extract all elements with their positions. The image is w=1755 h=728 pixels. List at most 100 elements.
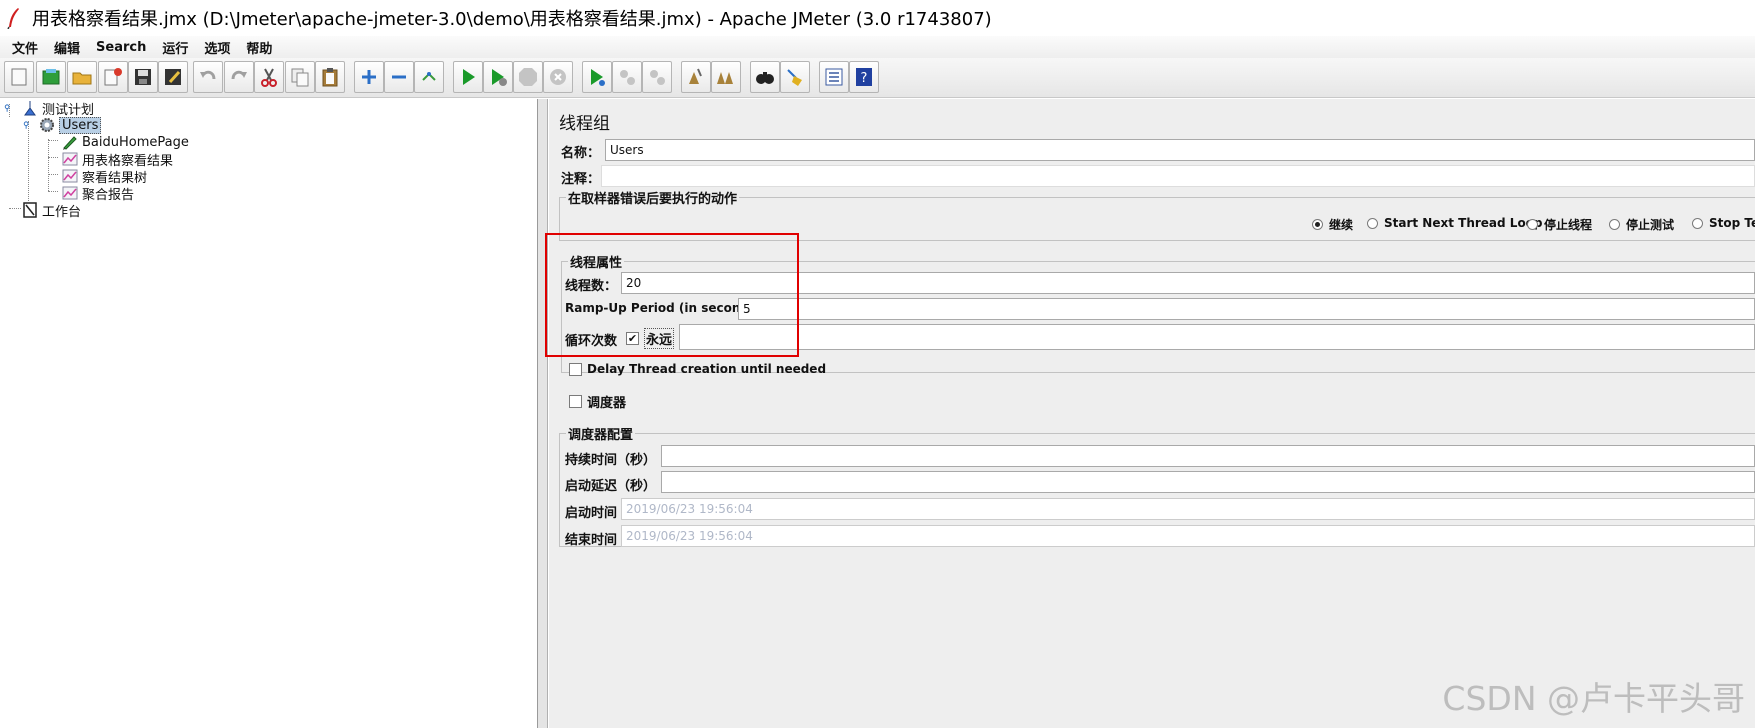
save-button[interactable]: [128, 61, 158, 93]
help-icon: ?: [856, 68, 872, 86]
tree-connector: [48, 140, 58, 141]
cut-button[interactable]: [254, 61, 284, 93]
copy-button[interactable]: [285, 61, 315, 93]
tree-node-users[interactable]: Users: [23, 116, 102, 134]
delay-thread-checkbox[interactable]: Delay Thread creation until needed: [569, 362, 826, 376]
radio-start-next-loop[interactable]: Start Next Thread Loop: [1367, 216, 1543, 230]
toggle-button[interactable]: [414, 61, 444, 93]
expand-handle-icon[interactable]: [23, 117, 33, 133]
collapse-button[interactable]: [384, 61, 414, 93]
search-button[interactable]: [750, 61, 780, 93]
checkmark-icon: ✔: [626, 332, 639, 345]
menu-edit[interactable]: 编辑: [46, 38, 88, 57]
thread-count-input[interactable]: [621, 272, 1755, 294]
help-button[interactable]: ?: [849, 61, 879, 93]
radio-dot-icon: [1527, 219, 1538, 230]
radio-stop-test-now[interactable]: Stop Test Now: [1692, 216, 1755, 230]
comment-input[interactable]: [601, 165, 1755, 187]
jmeter-feather-icon: [7, 8, 19, 29]
close-button[interactable]: [98, 61, 128, 93]
menu-help[interactable]: 帮助: [238, 38, 280, 57]
tree-label-aggregate-report: 聚合报告: [82, 187, 135, 203]
http-sampler-pen-icon: [63, 136, 77, 150]
menu-file[interactable]: 文件: [4, 38, 46, 57]
open-button[interactable]: [67, 61, 97, 93]
rampup-input[interactable]: [738, 298, 1755, 320]
clear-all-button[interactable]: [711, 61, 741, 93]
name-input[interactable]: [605, 139, 1755, 161]
stop-button[interactable]: [513, 61, 543, 93]
new-icon: [11, 68, 27, 86]
clear-button[interactable]: [681, 61, 711, 93]
redo-button[interactable]: [224, 61, 254, 93]
checkbox-empty-icon: [569, 362, 582, 376]
title-bar: 用表格察看结果.jmx (D:\Jmeter\apache-jmeter-3.0…: [0, 0, 1755, 36]
test-plan-tree: 测试计划 Users BaiduHomePage 用表格察看结果 察看结果树 聚…: [0, 99, 538, 728]
redo-icon: [231, 70, 247, 80]
window-title: 用表格察看结果.jmx (D:\Jmeter\apache-jmeter-3.0…: [32, 9, 992, 30]
cut-icon: [261, 68, 277, 87]
error-action-title: 在取样器错误后要执行的动作: [566, 188, 740, 207]
shutdown-icon: [550, 69, 566, 85]
tree-node-aggregate-report[interactable]: 聚合报告: [62, 184, 135, 203]
loop-count-input[interactable]: [679, 324, 1755, 350]
new-button[interactable]: [4, 61, 34, 93]
radio-dot-icon: [1692, 217, 1703, 229]
search-icon: [756, 72, 774, 84]
undo-icon: [200, 70, 216, 80]
scheduler-checkbox[interactable]: 调度器: [569, 392, 626, 411]
menu-run[interactable]: 运行: [154, 38, 196, 57]
templates-icon: [42, 69, 60, 85]
remote-shutdown-icon: [650, 70, 665, 85]
tree-node-results-tree[interactable]: 察看结果树: [62, 167, 147, 186]
tree-node-baidu-homepage[interactable]: BaiduHomePage: [62, 133, 189, 151]
reset-search-icon: [787, 69, 802, 86]
remote-start-button[interactable]: [582, 61, 612, 93]
save-as-button[interactable]: [158, 61, 188, 93]
duration-input[interactable]: [661, 445, 1755, 467]
checkbox-empty-icon: [569, 395, 582, 408]
remote-stop-button[interactable]: [612, 61, 642, 93]
tree-node-workbench[interactable]: 工作台: [22, 201, 81, 220]
toggle-icon: [422, 72, 436, 81]
expand-button[interactable]: [354, 61, 384, 93]
radio-stop-thread[interactable]: 停止线程: [1527, 216, 1592, 233]
paste-button[interactable]: [315, 61, 345, 93]
undo-button[interactable]: [193, 61, 223, 93]
radio-stop-test[interactable]: 停止测试: [1609, 216, 1674, 233]
forever-checkbox[interactable]: ✔ 永远: [626, 328, 675, 349]
tree-connector: [48, 157, 58, 158]
function-helper-icon: [825, 68, 843, 86]
loop-count-label: 循环次数: [565, 334, 618, 349]
startup-delay-input[interactable]: [661, 471, 1755, 493]
thread-group-gear-icon: [40, 118, 54, 132]
rampup-label: Ramp-Up Period (in seconds):: [565, 301, 767, 315]
tree-node-test-plan[interactable]: 测试计划: [4, 99, 95, 118]
start-no-pause-icon: [492, 69, 507, 86]
expand-handle-icon[interactable]: [4, 100, 14, 116]
function-helper-button[interactable]: [819, 61, 849, 93]
thread-properties-title: 线程属性: [568, 252, 625, 271]
menu-search[interactable]: Search: [88, 40, 154, 55]
thread-group-editor: 线程组 名称： 注释： 在取样器错误后要执行的动作 继续 Start Next …: [549, 99, 1755, 728]
start-no-pause-button[interactable]: [483, 61, 513, 93]
save-as-icon: [165, 69, 181, 85]
panel-splitter[interactable]: [538, 99, 548, 728]
watermark: CSDN @卢卡平头哥: [1442, 679, 1745, 718]
start-time-input[interactable]: [621, 498, 1755, 520]
reset-search-button[interactable]: [780, 61, 810, 93]
duration-label: 持续时间（秒）: [565, 453, 657, 468]
remote-shutdown-button[interactable]: [642, 61, 672, 93]
templates-button[interactable]: [36, 61, 66, 93]
start-icon: [463, 69, 475, 85]
tree-connector: [9, 208, 21, 209]
menu-options[interactable]: 选项: [196, 38, 238, 57]
tree-label-users: Users: [59, 116, 102, 134]
shutdown-button[interactable]: [543, 61, 573, 93]
end-time-input[interactable]: [621, 525, 1755, 547]
tree-node-table-results[interactable]: 用表格察看结果: [62, 150, 173, 169]
tree-label-test-plan: 测试计划: [42, 102, 95, 118]
radio-continue[interactable]: 继续: [1312, 216, 1353, 233]
start-button[interactable]: [453, 61, 483, 93]
thread-count-label: 线程数：: [565, 279, 618, 294]
